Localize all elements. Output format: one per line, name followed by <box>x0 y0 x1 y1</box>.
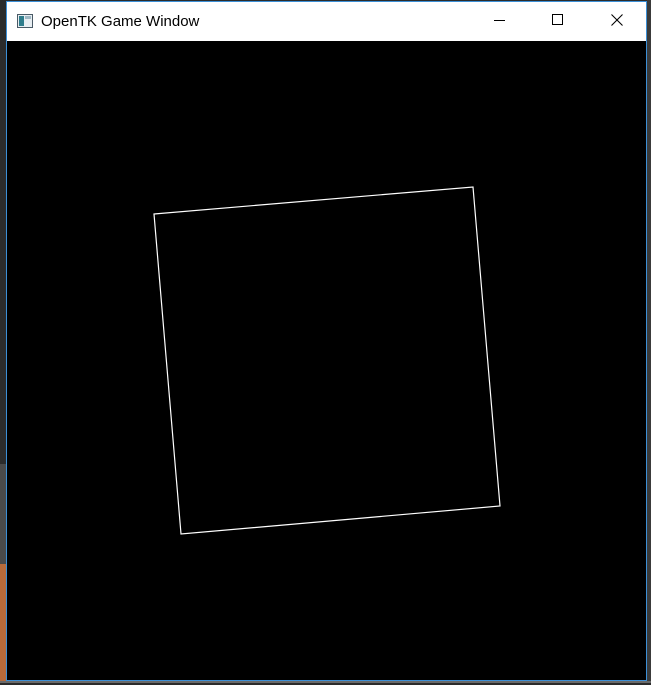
opentk-window-icon <box>17 14 33 28</box>
close-button[interactable] <box>588 2 646 41</box>
close-icon <box>611 13 623 31</box>
maximize-button[interactable] <box>529 2 587 41</box>
game-window: OpenTK Game Window <box>6 1 647 681</box>
minimize-icon <box>494 13 506 31</box>
window-title: OpenTK Game Window <box>41 13 200 30</box>
scene-canvas <box>153 186 501 535</box>
rotated-square-outline <box>153 186 501 535</box>
title-bar[interactable]: OpenTK Game Window <box>7 2 646 41</box>
maximize-icon <box>552 13 564 31</box>
desktop-right-edge <box>647 0 651 683</box>
render-viewport[interactable] <box>7 41 646 680</box>
minimize-button[interactable] <box>471 2 529 41</box>
